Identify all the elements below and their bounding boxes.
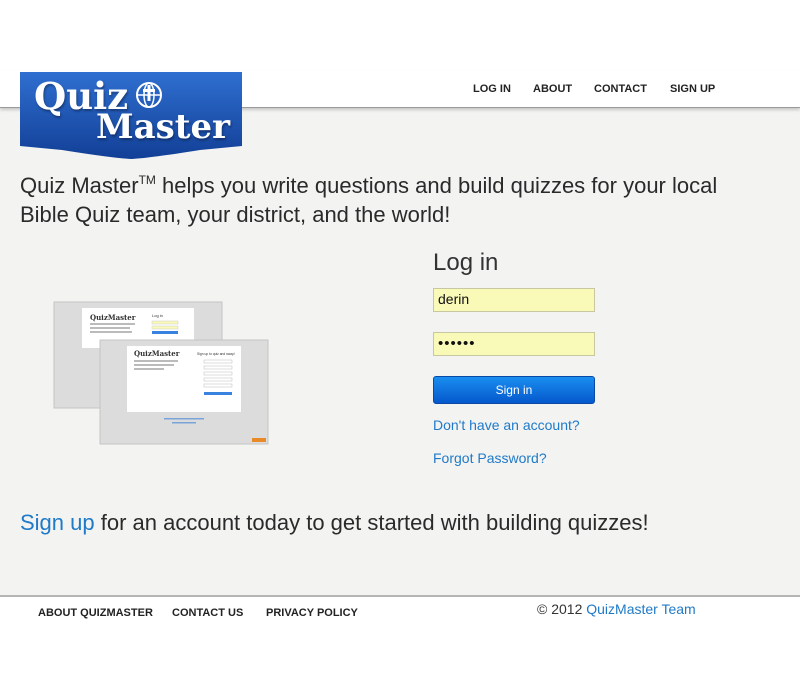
signup-link[interactable]: Sign up <box>20 510 95 535</box>
password-field[interactable]: •••••• <box>433 332 595 356</box>
footer-privacy-link[interactable]: PRIVACY POLICY <box>266 607 358 619</box>
copyright: © 2012 QuizMaster Team <box>537 601 696 617</box>
trademark-mark: TM <box>138 173 156 187</box>
nav-log-in[interactable]: LOG IN <box>473 83 511 95</box>
preview-front-title: QuizMaster <box>134 349 180 358</box>
nav-sign-up[interactable]: SIGN UP <box>670 83 715 95</box>
nav-contact[interactable]: CONTACT <box>594 83 647 95</box>
logo-word-master: Master <box>96 107 231 147</box>
footer-divider <box>0 595 800 597</box>
quizmaster-logo[interactable]: Quiz Master <box>20 72 242 160</box>
tagline: Quiz MasterTM helps you write questions … <box>20 166 760 229</box>
signup-call-to-action: Sign up for an account today to get star… <box>20 510 649 536</box>
username-field[interactable]: derin <box>433 288 595 312</box>
bible-globe-icon <box>136 82 162 108</box>
no-account-link[interactable]: Don't have an account? <box>433 417 580 433</box>
preview-back-heading: Log in <box>152 313 163 318</box>
app-preview-illustration: QuizMaster Log in QuizMaster Sign up to … <box>52 300 282 450</box>
preview-front-heading: Sign up to quiz and swap! <box>197 352 235 356</box>
footer-about-link[interactable]: ABOUT QUIZMASTER <box>38 607 153 619</box>
sign-in-button[interactable]: Sign in <box>433 376 595 404</box>
copyright-prefix: © 2012 <box>537 601 587 617</box>
signup-text: for an account today to get started with… <box>94 510 649 535</box>
preview-back-title: QuizMaster <box>90 313 136 322</box>
forgot-password-link[interactable]: Forgot Password? <box>433 450 547 466</box>
login-heading: Log in <box>433 249 499 276</box>
nav-about[interactable]: ABOUT <box>533 83 572 95</box>
app-preview-image: QuizMaster Log in QuizMaster Sign up to … <box>53 301 269 445</box>
tagline-brand: Quiz Master <box>20 173 139 198</box>
quizmaster-team-link[interactable]: QuizMaster Team <box>586 601 695 617</box>
footer-contact-link[interactable]: CONTACT US <box>172 607 243 619</box>
